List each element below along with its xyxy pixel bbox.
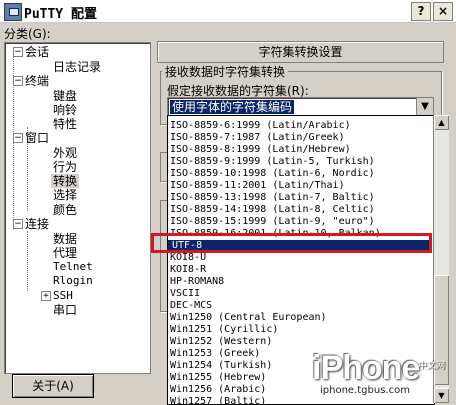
watermark-url: iphone.tgbus.com [318,385,412,396]
charset-option[interactable]: ISO-8859-6:1999 (Latin/Arabic) [170,120,351,132]
tree-item-label: 响铃 [53,103,78,117]
charset-option[interactable]: ISO-8859-9:1999 (Latin-5, Turkish) [170,156,375,168]
tree-item-label: 代理 [53,246,78,260]
title-bar: PuTTY 配置 ? × [0,0,456,23]
tree-item-keyboard[interactable]: 键盘 [51,89,79,103]
tree-item-proxy[interactable]: 代理 [51,246,79,260]
tree-item-data[interactable]: 数据 [51,232,79,246]
about-button[interactable]: 关于(A) [12,374,94,398]
tree-item-label: Rlogin [53,274,93,287]
tree-item-label: 选择 [53,188,78,202]
tree-item-label: 串口 [53,303,78,317]
tree-item-label: 颜色 [53,203,78,217]
tree-item-label: 外观 [53,146,78,160]
charset-option[interactable]: KOI8-U [170,252,206,264]
tree-item-label: 特性 [53,117,78,131]
charset-option[interactable]: Win1256 (Arabic) [170,384,266,396]
tree-item-window[interactable]: − 窗口 [13,131,51,145]
tree-item-bell[interactable]: 响铃 [51,103,79,117]
collapse-icon[interactable]: − [13,47,23,57]
charset-combobox-value: 使用字体的字符集编码 [170,100,295,114]
watermark-cn: 中文网 [418,361,446,371]
tree-item-label: Telnet [53,260,93,273]
category-label: 分类(G): [4,27,51,41]
tree-item-label: 连接 [25,217,50,231]
tree-item-label: 会话 [25,45,50,59]
tree-item-telnet[interactable]: Telnet [51,260,95,274]
tree-item-serial[interactable]: 串口 [51,303,79,317]
charset-option[interactable]: HP-ROMAN8 [170,276,224,288]
window-title: PuTTY 配置 [24,7,97,22]
tree-line [27,231,28,291]
charset-option[interactable]: Win1253 (Greek) [170,348,260,360]
charset-combobox[interactable]: 使用字体的字符集编码 ▼ [167,97,434,117]
expand-icon[interactable]: + [41,291,51,301]
charset-option[interactable]: Win1255 (Hebrew) [170,372,266,384]
putty-app-icon [4,3,22,21]
tree-item-label: 键盘 [53,89,78,103]
tree-item-label: 转换 [51,174,80,188]
tree-item-connection[interactable]: − 连接 [13,217,51,231]
site-watermark: iPhone 中文网 iphone.tgbus.com [312,349,452,401]
tree-item-label: 日志记录 [53,60,102,74]
collapse-icon[interactable]: − [13,219,23,229]
tree-item-label: 窗口 [25,131,50,145]
tree-item-label: SSH [53,289,73,302]
tree-item-translation[interactable]: 转换 [51,174,80,188]
charset-option[interactable]: Win1254 (Turkish) [170,360,272,372]
charset-option[interactable]: KOI8-R [170,264,206,276]
section-header: 字符集转换设置 [157,41,444,63]
help-button[interactable]: ? [411,2,431,21]
tree-item-selection[interactable]: 选择 [51,188,79,202]
charset-option[interactable]: ISO-8859-8:1999 (Latin/Hebrew) [170,144,351,156]
tree-item-rlogin[interactable]: Rlogin [51,274,95,288]
tree-item-label: 数据 [53,232,78,246]
charset-option[interactable]: ISO-8859-7:1987 (Latin/Greek) [170,132,345,144]
tree-item-terminal[interactable]: − 终端 [13,74,51,88]
charset-option[interactable]: ISO-8859-11:2001 (Latin/Thai) [170,180,345,192]
close-button[interactable]: × [433,2,453,21]
tree-item-ssh[interactable]: + SSH [41,289,75,303]
tree-item-label: 终端 [25,74,50,88]
charset-option[interactable]: Win1250 (Central European) [170,312,327,324]
scroll-up-icon[interactable]: ▲ [434,115,449,130]
charset-option[interactable]: Win1257 (Baltic) [170,396,266,404]
charset-option[interactable]: ISO-8859-14:1998 (Latin-8, Celtic) [170,204,375,216]
category-tree[interactable]: − 会话 日志记录 − 终端 键盘 响铃 特性 − 窗口 外观 行为 转换 选择… [4,42,151,374]
charset-option[interactable]: ISO-8859-13:1998 (Latin-7, Baltic) [170,192,375,204]
tree-item-features[interactable]: 特性 [51,117,79,131]
tree-item-logging[interactable]: 日志记录 [51,60,103,74]
charset-option[interactable]: Win1252 (Western) [170,336,272,348]
charset-option[interactable]: ISO-8859-10:1998 (Latin-6, Nordic) [170,168,375,180]
tree-item-session[interactable]: − 会话 [13,45,51,59]
charset-option[interactable]: VSCII [170,288,200,300]
charset-option[interactable]: DEC-MCS [170,300,212,312]
tree-item-behaviour[interactable]: 行为 [51,160,79,174]
tree-item-colours[interactable]: 颜色 [51,203,79,217]
red-highlight-box [151,233,432,253]
dropdown-arrow-icon[interactable]: ▼ [416,98,433,116]
tree-item-label: 行为 [53,160,78,174]
collapse-icon[interactable]: − [13,76,23,86]
charset-option[interactable]: Win1251 (Cyrillic) [170,324,278,336]
collapse-icon[interactable]: − [13,133,23,143]
tree-item-appearance[interactable]: 外观 [51,146,79,160]
group-title: 接收数据时字符集转换 [162,63,289,80]
charset-option[interactable]: ISO-8859-15:1999 (Latin-9, "euro") [170,216,375,228]
watermark-brand: iPhone [312,349,420,387]
